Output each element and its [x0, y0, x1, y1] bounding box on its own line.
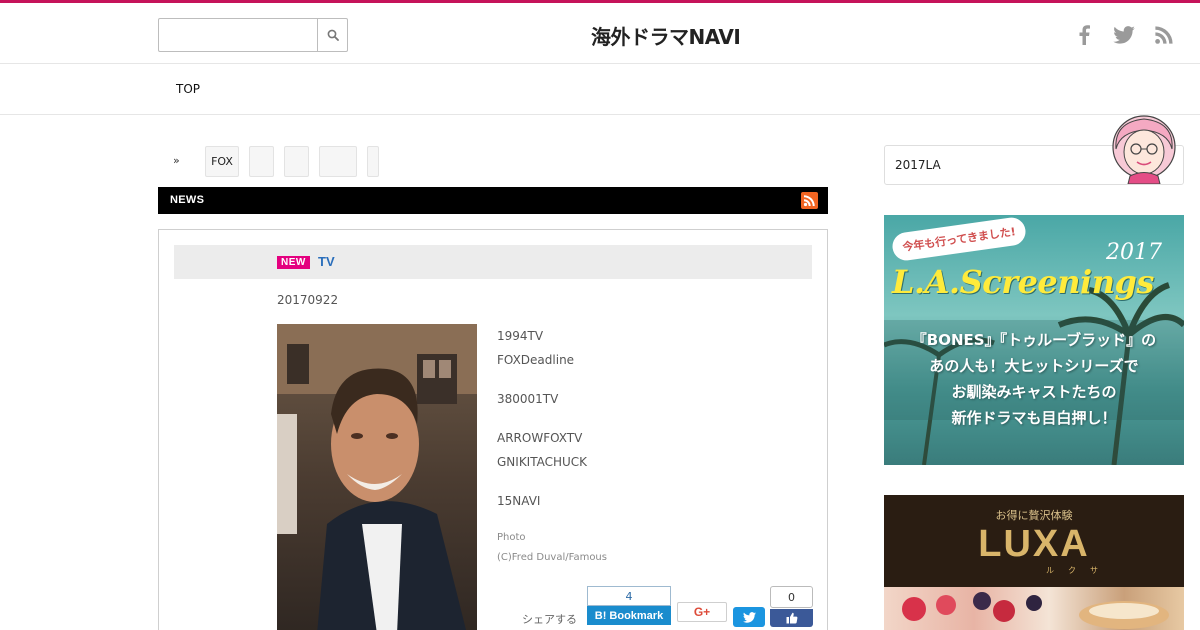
hatena-icon: B! — [594, 609, 607, 622]
hatena-bookmark-widget: 4 B! Bookmark — [587, 586, 671, 625]
ad-line: 『BONES』『トゥルーブラッド』の — [911, 331, 1157, 349]
twitter-icon — [742, 611, 756, 623]
ad-title: L.A.Screenings — [892, 263, 1154, 301]
photo-credit: (C)Fred Duval/Famous — [497, 552, 607, 563]
ad-line: お馴染みキャストたちの — [951, 383, 1117, 401]
new-badge: NEW — [277, 256, 310, 269]
article-date: 20170922 — [277, 293, 339, 307]
luxa-ruby: ルクサ — [1046, 566, 1112, 575]
facebook-like-widget: 0 — [770, 586, 813, 627]
article-paragraph: FOXDeadline — [497, 353, 575, 367]
breadcrumb-separator: » — [173, 154, 180, 167]
nav-item-top[interactable]: TOP — [176, 82, 200, 96]
tag-3[interactable] — [284, 146, 309, 177]
article-paragraph: 15NAVI — [497, 494, 541, 508]
article-paragraph: GNIKITACHUCK — [497, 455, 588, 469]
search-input[interactable] — [159, 19, 318, 51]
hatena-button-label: Bookmark — [609, 609, 664, 622]
article-title[interactable]: TV — [318, 254, 335, 269]
sidebar-box-text: 2017LA — [895, 158, 941, 172]
search-box — [158, 18, 348, 52]
luxa-tagline: お得に贅沢体験 — [995, 509, 1073, 522]
tag-2[interactable] — [249, 146, 274, 177]
site-logo[interactable]: 海外ドラマNAVI — [591, 21, 741, 50]
share-label: シェアする — [522, 613, 577, 626]
search-button[interactable] — [317, 19, 347, 51]
news-rss-button[interactable] — [801, 192, 818, 209]
article-paragraph: 1994TV — [497, 329, 544, 343]
photo-illustration — [277, 324, 477, 630]
site-header: 海外ドラマNAVI — [0, 3, 1200, 64]
luxa-ad[interactable]: お得に贅沢体験 LUXA ルクサ — [884, 495, 1184, 630]
news-section-header: NEWS — [158, 187, 828, 214]
main-nav: TOP — [0, 64, 1200, 115]
article-paragraph: ARROWFOXTV — [497, 431, 583, 445]
article-paragraph: 380001TV — [497, 392, 559, 406]
twitter-icon — [1113, 26, 1135, 44]
tag-4[interactable] — [319, 146, 357, 177]
rss-icon — [803, 195, 815, 207]
mascot-avatar — [1108, 114, 1180, 185]
ad-year: 2017 — [1106, 240, 1162, 265]
article-title-row: NEW TV — [174, 245, 812, 279]
rss-icon — [1155, 26, 1173, 44]
search-icon — [327, 29, 339, 41]
section-label: NEWS — [170, 194, 205, 206]
article-photo — [277, 324, 477, 630]
tweet-button[interactable] — [733, 607, 765, 627]
food-photo — [884, 587, 1184, 630]
tag-fox[interactable]: FOX — [205, 146, 239, 177]
hatena-bookmark-button[interactable]: B! Bookmark — [587, 606, 671, 625]
hatena-count: 4 — [587, 586, 671, 606]
rss-link[interactable] — [1152, 23, 1176, 47]
facebook-like-button[interactable] — [770, 609, 813, 627]
photo-caption-label: Photo — [497, 532, 526, 543]
luxa-logo: LUXA — [978, 523, 1090, 565]
article-card: NEW TV 20170922 1994TV FOXDeadline 38000… — [158, 229, 828, 630]
ad-line: 新作ドラマも目白押し！ — [951, 409, 1117, 427]
tag-5[interactable] — [367, 146, 379, 177]
google-plus-button[interactable]: G+ — [677, 602, 727, 622]
thumbs-up-icon — [786, 612, 797, 624]
facebook-count: 0 — [770, 586, 813, 608]
twitter-link[interactable] — [1112, 23, 1136, 47]
facebook-link[interactable] — [1072, 23, 1096, 47]
ad-line: あの人も！大ヒットシリーズで — [929, 357, 1139, 375]
la-screenings-ad[interactable]: 今年も行ってきました! 2017 L.A.Screenings 『BONES』『… — [884, 215, 1184, 465]
facebook-icon — [1079, 25, 1090, 45]
